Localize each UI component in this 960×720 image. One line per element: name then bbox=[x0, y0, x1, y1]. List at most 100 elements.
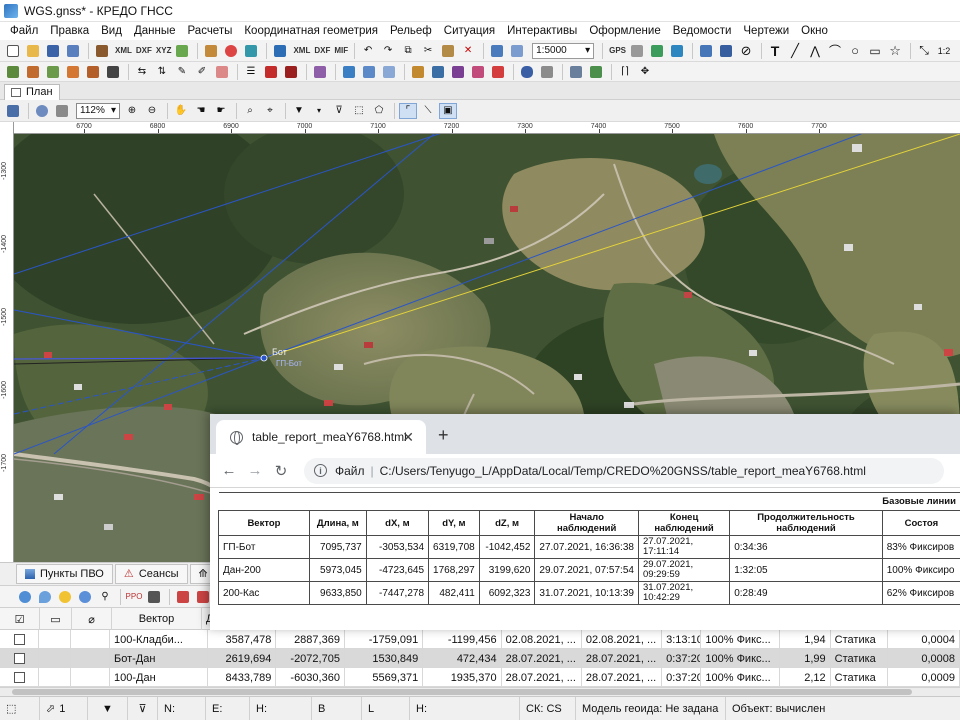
row-checkbox[interactable] bbox=[13, 653, 25, 664]
search-tool-icon[interactable]: ⚲ bbox=[96, 589, 114, 605]
pan-hand-alt-icon[interactable]: ☚ bbox=[192, 103, 210, 119]
distribute-icon[interactable]: ⇅ bbox=[153, 64, 171, 80]
menu-edit[interactable]: Правка bbox=[44, 25, 95, 37]
layers-panel-icon[interactable] bbox=[4, 103, 22, 119]
tag-icon[interactable] bbox=[469, 64, 487, 80]
route-icon[interactable] bbox=[360, 64, 378, 80]
layers-icon[interactable] bbox=[508, 43, 526, 59]
header-attach-icon[interactable]: ⌀ bbox=[72, 608, 112, 630]
column-add-icon[interactable] bbox=[174, 589, 192, 605]
pan-hand-icon[interactable]: ✋ bbox=[172, 103, 190, 119]
zoom-all-icon[interactable] bbox=[33, 103, 51, 119]
tab-sessions[interactable]: ⚠ Сеансы bbox=[114, 564, 188, 584]
pin-icon[interactable] bbox=[36, 589, 54, 605]
scale-select[interactable]: 1:5000 ▾ bbox=[532, 42, 595, 59]
menu-window[interactable]: Окно bbox=[795, 25, 834, 37]
layout-icon[interactable]: ⬚ bbox=[0, 696, 40, 720]
filter-icon[interactable]: ▼ bbox=[290, 103, 308, 119]
export-dxf-button[interactable]: DXF bbox=[312, 46, 332, 55]
filter-extra-icon[interactable]: ⊽ bbox=[128, 696, 158, 720]
back-icon[interactable]: ← bbox=[216, 462, 242, 479]
header-vector[interactable]: Вектор bbox=[112, 608, 202, 630]
star-tool-icon[interactable]: ☆ bbox=[886, 43, 904, 59]
menu-design[interactable]: Оформление bbox=[583, 25, 666, 37]
add-rover-icon[interactable] bbox=[44, 64, 62, 80]
forward-icon[interactable]: → bbox=[242, 462, 268, 479]
redo-icon[interactable]: ↷ bbox=[379, 43, 397, 59]
grid-view-icon[interactable] bbox=[697, 43, 715, 59]
export-xml-button[interactable]: XML bbox=[291, 46, 312, 55]
import-xml-button[interactable]: XML bbox=[113, 46, 134, 55]
import-points-icon[interactable] bbox=[93, 43, 111, 59]
flag-icon[interactable] bbox=[489, 64, 507, 80]
eraser-icon[interactable] bbox=[213, 64, 231, 80]
save-icon[interactable] bbox=[44, 43, 62, 59]
menu-relief[interactable]: Рельеф bbox=[384, 25, 438, 37]
url-text[interactable]: C:/Users/Tenyugo_L/AppData/Local/Temp/CR… bbox=[380, 464, 866, 478]
measure-icon[interactable]: ⤡ bbox=[915, 43, 933, 59]
browser-tab[interactable]: table_report_meaY6768.html ✕ bbox=[216, 420, 426, 454]
track-icon[interactable] bbox=[380, 64, 398, 80]
print-preview-icon[interactable] bbox=[53, 103, 71, 119]
menu-interactives[interactable]: Интерактивы bbox=[501, 25, 583, 37]
circle-tool-icon[interactable]: ○ bbox=[846, 43, 864, 59]
arc-tool-icon[interactable]: ⌒ bbox=[826, 43, 844, 59]
table-icon[interactable] bbox=[311, 64, 329, 80]
brush-icon[interactable]: ✐ bbox=[193, 64, 211, 80]
export-line-icon[interactable] bbox=[242, 43, 260, 59]
zoom-window-icon[interactable]: ⌕ bbox=[241, 103, 259, 119]
report-icon[interactable] bbox=[717, 43, 735, 59]
zoom-out-icon[interactable]: ⊖ bbox=[143, 103, 161, 119]
numbering-icon[interactable]: 1:2 bbox=[935, 43, 953, 59]
horizontal-scrollbar[interactable] bbox=[0, 687, 960, 696]
new-file-icon[interactable] bbox=[4, 43, 22, 59]
pan-arrows-icon[interactable]: ✥ bbox=[636, 64, 654, 80]
map-vector-label[interactable]: ГП-Бот bbox=[276, 359, 302, 368]
paste-icon[interactable] bbox=[439, 43, 457, 59]
rectangle-tool-icon[interactable]: ▭ bbox=[866, 43, 884, 59]
select-rect-icon[interactable]: ⬚ bbox=[350, 103, 368, 119]
text-tool-icon[interactable]: T bbox=[766, 43, 784, 59]
export-geo-icon[interactable] bbox=[222, 43, 240, 59]
camera-icon[interactable] bbox=[449, 64, 467, 80]
import-dxf-button[interactable]: DXF bbox=[134, 46, 154, 55]
table-row[interactable]: Бот-Дан 2619,694 -2072,705 1530,849 472,… bbox=[0, 649, 960, 668]
binoculars-icon[interactable] bbox=[145, 589, 163, 605]
row-checkbox[interactable] bbox=[13, 634, 25, 645]
globe-icon[interactable] bbox=[16, 589, 34, 605]
satellite-icon[interactable] bbox=[628, 43, 646, 59]
bulb-icon[interactable] bbox=[56, 589, 74, 605]
survey-icon[interactable] bbox=[429, 64, 447, 80]
align-icon[interactable]: ⇆ bbox=[133, 64, 151, 80]
triangle-icon[interactable] bbox=[409, 64, 427, 80]
database-icon[interactable] bbox=[518, 64, 536, 80]
menu-file[interactable]: Файл bbox=[4, 25, 44, 37]
filter-clear-icon[interactable]: ⊽ bbox=[330, 103, 348, 119]
info-icon[interactable]: i bbox=[314, 464, 327, 477]
menu-view[interactable]: Вид bbox=[95, 25, 128, 37]
edit-point-icon[interactable] bbox=[64, 64, 82, 80]
gps-button[interactable]: GPS bbox=[607, 46, 628, 55]
cut-icon[interactable]: ✂ bbox=[419, 43, 437, 59]
flag-dark-red-icon[interactable] bbox=[282, 64, 300, 80]
line-tool-icon[interactable]: ╱ bbox=[786, 43, 804, 59]
add-point-icon[interactable] bbox=[4, 64, 22, 80]
add-base-icon[interactable] bbox=[24, 64, 42, 80]
polyline-tool-icon[interactable]: ⋀ bbox=[806, 43, 824, 59]
zoom-window-icon[interactable]: ⌕ bbox=[955, 43, 960, 59]
new-tab-icon[interactable]: + bbox=[438, 425, 449, 446]
import-raster-icon[interactable] bbox=[173, 43, 191, 59]
menu-cogo[interactable]: Координатная геометрия bbox=[238, 25, 384, 37]
menu-data[interactable]: Данные bbox=[128, 25, 182, 37]
tab-plan[interactable]: План bbox=[4, 83, 60, 100]
zoom-select[interactable]: 112% ▾ bbox=[76, 102, 120, 119]
print-icon[interactable] bbox=[567, 64, 585, 80]
table-row[interactable]: 100-Дан 8433,789 -6030,360 5569,371 1935… bbox=[0, 668, 960, 687]
move-point-icon[interactable] bbox=[84, 64, 102, 80]
compute-icon[interactable] bbox=[538, 64, 556, 80]
import-xyz-button[interactable]: XYZ bbox=[154, 46, 174, 55]
zoom-in-icon[interactable]: ⊕ bbox=[123, 103, 141, 119]
map-point-label[interactable]: Бот bbox=[272, 347, 287, 357]
delete-icon[interactable]: ✕ bbox=[459, 43, 477, 59]
filter-status-icon[interactable]: ▼ bbox=[88, 696, 128, 720]
